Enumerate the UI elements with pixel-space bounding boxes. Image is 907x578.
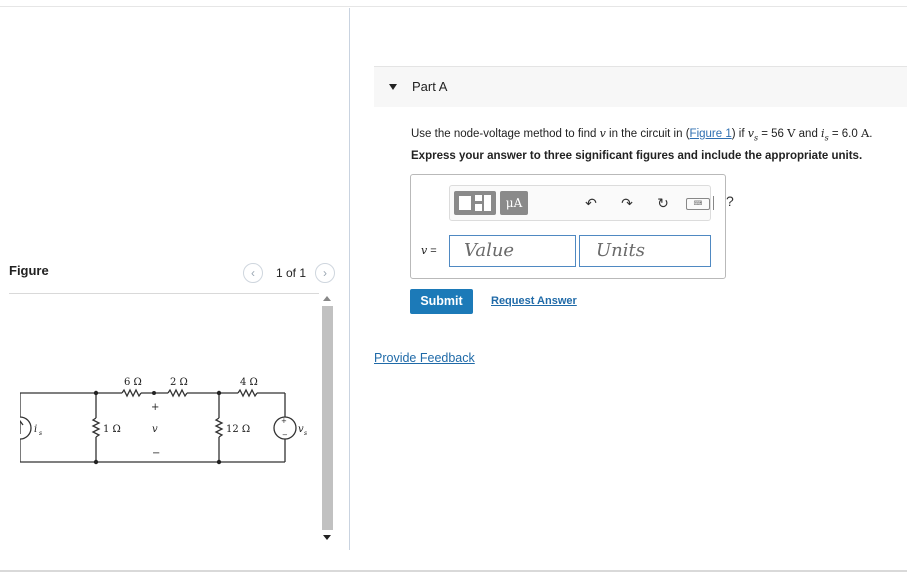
figure-scrollbar[interactable] bbox=[320, 294, 334, 544]
prompt-text-4: and bbox=[795, 128, 822, 140]
undo-icon[interactable]: ↶ bbox=[582, 194, 600, 212]
toolbar-separator bbox=[713, 196, 714, 210]
figure-link[interactable]: Figure 1 bbox=[690, 128, 732, 140]
top-divider bbox=[0, 6, 907, 7]
source-voltage-sub: s bbox=[304, 430, 307, 437]
request-answer-link[interactable]: Request Answer bbox=[491, 295, 577, 307]
figure-title: Figure bbox=[9, 263, 49, 278]
answer-variable-label: v = bbox=[421, 244, 437, 257]
circuit-diagram: 6 Ω 2 Ω 4 Ω 1 Ω 12 Ω i s v s + v − + − bbox=[20, 377, 307, 465]
answer-instruction: Express your answer to three significant… bbox=[411, 150, 863, 162]
source-current-sub: s bbox=[39, 430, 42, 437]
prompt-period: . bbox=[869, 128, 873, 140]
question-prompt: Use the node-voltage method to find v in… bbox=[411, 126, 872, 142]
answer-equals: = bbox=[427, 245, 437, 257]
bottom-divider bbox=[0, 570, 907, 572]
prompt-text-3: ) if bbox=[731, 128, 748, 140]
part-a-header[interactable]: Part A bbox=[374, 66, 907, 107]
vs-value: = 56 bbox=[758, 128, 788, 140]
resistor-label-1: 1 Ω bbox=[103, 424, 121, 435]
is-value: = 6.0 bbox=[828, 128, 861, 140]
part-title: Part A bbox=[412, 79, 448, 94]
chevron-right-icon[interactable]: › bbox=[315, 263, 335, 283]
chevron-left-icon[interactable]: ‹ bbox=[243, 263, 263, 283]
keyboard-icon[interactable]: ⌨ bbox=[686, 198, 710, 210]
prompt-text-2: in the circuit in ( bbox=[605, 128, 690, 140]
math-toolbar: μA ↶ ↷ ↻ ⌨ ? bbox=[449, 185, 734, 221]
scroll-down-arrow-icon[interactable] bbox=[323, 535, 331, 540]
provide-feedback-link[interactable]: Provide Feedback bbox=[374, 351, 475, 365]
vs-plus-sign: + bbox=[281, 417, 287, 425]
pager-text: 1 of 1 bbox=[276, 266, 307, 280]
figure-divider bbox=[9, 293, 319, 294]
resistor-label-4: 4 Ω bbox=[240, 377, 258, 388]
submit-button[interactable]: Submit bbox=[410, 289, 473, 314]
units-symbol-button[interactable]: μA bbox=[500, 191, 528, 215]
vs-minus-sign: − bbox=[282, 431, 288, 439]
resistor-label-2: 2 Ω bbox=[170, 377, 188, 388]
source-current-label: i bbox=[34, 424, 37, 435]
reset-icon[interactable]: ↻ bbox=[654, 194, 672, 212]
template-icon[interactable] bbox=[454, 191, 496, 215]
resistor-label-12: 12 Ω bbox=[226, 424, 250, 435]
node-voltage-label: v bbox=[152, 424, 158, 435]
node-minus-sign: − bbox=[152, 448, 160, 459]
value-input[interactable]: Value bbox=[449, 235, 576, 267]
units-input[interactable]: Units bbox=[579, 235, 711, 267]
resistor-label-6: 6 Ω bbox=[124, 377, 142, 388]
scroll-thumb[interactable] bbox=[322, 306, 333, 530]
prompt-text-1: Use the node-voltage method to find bbox=[411, 128, 600, 140]
redo-icon[interactable]: ↷ bbox=[618, 194, 636, 212]
answer-box: μA ↶ ↷ ↻ ⌨ ? v = Value Units bbox=[410, 174, 734, 279]
scroll-up-arrow-icon[interactable] bbox=[323, 296, 331, 301]
panel-divider bbox=[349, 8, 350, 550]
help-icon[interactable]: ? bbox=[726, 193, 734, 209]
collapse-triangle-icon[interactable] bbox=[389, 84, 397, 90]
node-plus-sign: + bbox=[151, 402, 159, 413]
